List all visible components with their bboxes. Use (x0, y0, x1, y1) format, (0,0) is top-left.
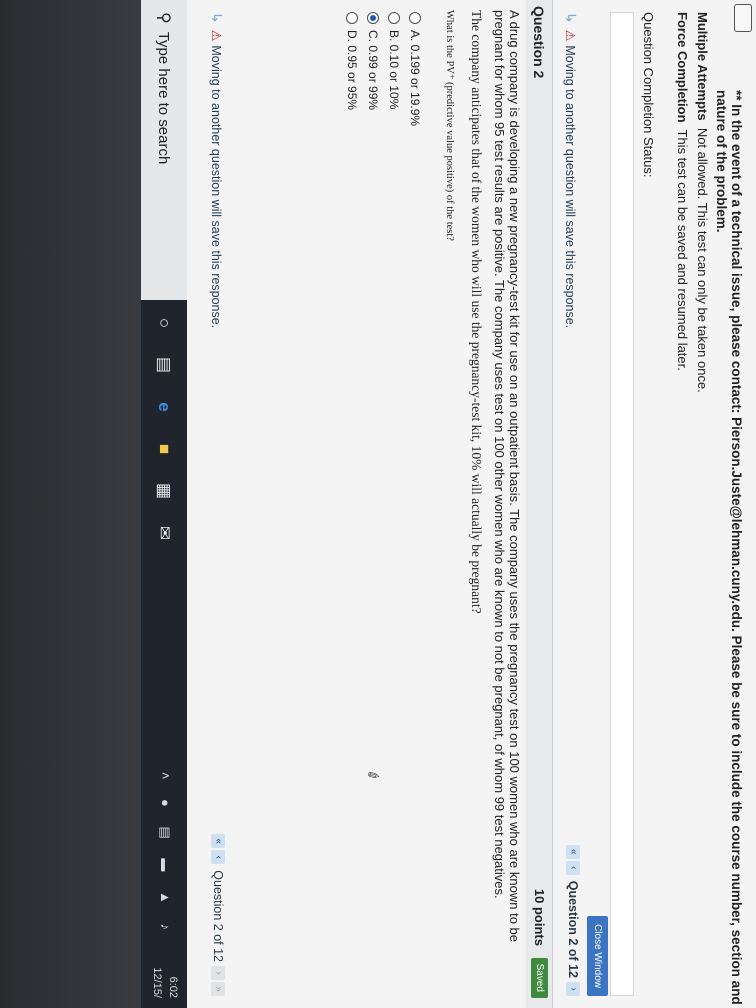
question-ask: What is the PV⁺ (predictive value positi… (444, 10, 455, 241)
choice-d-radio[interactable] (346, 12, 359, 24)
support-notice: ** In the event of a technical issue, pl… (714, 90, 744, 1005)
choice-d-label: D. 0.95 or 95% (345, 30, 360, 111)
question-nav-bottom: « ‹ Question 2 of 12 › » (211, 834, 225, 998)
multiple-attempts-value: Not allowed. This test can only be taken… (695, 127, 710, 393)
force-completion-label: Force Completion (675, 12, 690, 123)
save-warning-bottom: ↳ ⚠ Moving to another question will save… (208, 12, 225, 328)
clock-time: 6:02 (167, 976, 179, 998)
save-warning-text-bottom: Moving to another question will save thi… (209, 45, 224, 329)
first-question-icon[interactable]: « (211, 834, 225, 849)
browser-screen: ** In the event of a technical issue, pl… (141, 0, 756, 1008)
prev-question-icon[interactable]: ‹ (211, 850, 225, 865)
choice-c[interactable]: C. 0.99 or 99% (363, 12, 384, 126)
next-question-icon[interactable]: › (211, 966, 225, 980)
question-prompt: A drug company is developing a new pregn… (492, 10, 522, 942)
completion-status-label: Question Completion Status: (641, 12, 656, 178)
saved-badge: Saved (531, 957, 548, 998)
warning-icon: ⚠ (209, 29, 225, 42)
mouse-cursor-icon: ✐ (363, 766, 383, 785)
next-question-icon[interactable]: › (566, 982, 580, 996)
search-placeholder: Type here to search (155, 31, 173, 165)
choice-b-label: B. 0.10 or 10% (387, 30, 402, 110)
arrow-icon: ↳ (209, 12, 225, 24)
choice-b[interactable]: B. 0.10 or 10% (384, 12, 405, 126)
save-warning-text: Moving to another question will save thi… (563, 45, 578, 329)
question-title: Question 2 (531, 6, 547, 79)
choice-c-label: C. 0.99 or 99% (366, 30, 381, 111)
save-warning-top: ↳ ⚠ Moving to another question will save… (562, 12, 579, 328)
test-page: ** In the event of a technical issue, pl… (187, 0, 756, 1008)
close-window-button[interactable]: Close Window (587, 916, 608, 996)
choice-b-radio[interactable] (388, 12, 401, 24)
test-info: Multiple Attempts Not allowed. This test… (672, 12, 712, 393)
choice-a-radio[interactable] (409, 12, 422, 24)
edge-icon[interactable]: e (149, 392, 179, 422)
question-points: 10 points (532, 888, 547, 946)
force-completion-value: This test can be saved and resumed later… (675, 129, 690, 371)
question-counter: Question 2 of 12 (566, 880, 580, 978)
answer-choices: A. 0.199 or 19.9% B. 0.10 or 10% C. 0.99… (342, 12, 426, 126)
page-corner-icon (734, 4, 752, 32)
cortana-icon[interactable]: ○ (149, 308, 179, 338)
question-header: Question 2 10 points Saved (526, 0, 553, 1008)
system-tray-icons[interactable]: ˄ ● ▤ ▬ ▲ ♪ (157, 772, 173, 938)
search-icon: ⚲ (155, 12, 172, 24)
question-nav-top: « ‹ Question 2 of 12 › (566, 844, 580, 998)
choice-a-label: A. 0.199 or 19.9% (408, 30, 423, 127)
prev-question-icon[interactable]: ‹ (566, 860, 580, 875)
taskbar-search[interactable]: ⚲ Type here to search (141, 0, 187, 300)
choice-a[interactable]: A. 0.199 or 19.9% (405, 12, 426, 126)
last-question-icon[interactable]: » (211, 982, 225, 996)
clock-date: 12/15/ (151, 967, 163, 998)
question-scenario: The company anticipates that of the wome… (469, 10, 484, 614)
first-question-icon[interactable]: « (566, 844, 580, 859)
task-view-icon[interactable]: ▤ (149, 350, 179, 380)
multiple-attempts-label: Multiple Attempts (695, 12, 710, 121)
taskbar: ⚲ Type here to search ○ ▤ e ■ ▦ ✉ ˄ ● ▤ … (141, 0, 187, 1008)
mail-icon[interactable]: ✉ (149, 518, 179, 548)
warning-icon: ⚠ (563, 29, 579, 42)
choice-c-radio[interactable] (367, 12, 380, 24)
clock[interactable]: 6:02 12/15/ (149, 967, 181, 998)
question-counter-bottom: Question 2 of 12 (211, 870, 225, 962)
store-icon[interactable]: ▦ (149, 476, 179, 506)
choice-d[interactable]: D. 0.95 or 95% (342, 12, 363, 126)
file-explorer-icon[interactable]: ■ (149, 434, 179, 464)
completion-status-bar (610, 12, 634, 996)
arrow-icon: ↳ (563, 12, 579, 24)
